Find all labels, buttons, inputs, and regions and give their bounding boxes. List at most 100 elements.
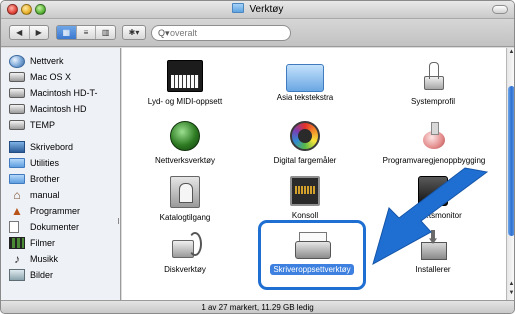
sidebar-item-macintosh-hd[interactable]: Macintosh HD [1, 101, 119, 117]
globe-icon [9, 54, 25, 68]
file-item[interactable]: Konsoll [255, 176, 355, 221]
jar-icon [421, 121, 447, 151]
file-item-label: Diskverktøy [164, 265, 206, 274]
finder-window: Verktøy ◀ ▶ ▦ ≡ ▥ ✱▾ Q▾ overalt Nettverk… [0, 0, 515, 314]
search-icon: Q▾ [158, 27, 170, 38]
window-title-area: Verktøy [1, 3, 514, 15]
sidebar-item-label: Utilities [30, 158, 60, 168]
sidebar-item-music[interactable]: ♪ Musikk [1, 251, 119, 267]
back-arrow-icon: ◀ [16, 28, 23, 37]
title-bar[interactable]: Verktøy [1, 1, 514, 19]
search-placeholder: overalt [170, 28, 198, 38]
sidebar-resize-handle[interactable] [118, 218, 121, 224]
midi-keyboard-icon [167, 60, 203, 92]
color-meter-icon [290, 121, 320, 151]
file-item-label: Installerer [415, 265, 451, 274]
sidebar-item-brother[interactable]: Brother [1, 171, 119, 187]
icon-view-button[interactable]: ▦ [57, 26, 77, 39]
drive-icon [9, 72, 25, 82]
back-button[interactable]: ◀ [10, 26, 30, 39]
file-item[interactable]: Digital fargemåler [255, 121, 355, 166]
sidebar-item-macintosh-hd-t[interactable]: Macintosh HD-T- [1, 85, 119, 101]
search-field[interactable]: Q▾ overalt [151, 25, 291, 41]
gear-icon: ✱▾ [128, 28, 140, 37]
sidebar-item-label: TEMP [30, 120, 56, 130]
drive-icon [9, 120, 25, 130]
sidebar-item-utilities[interactable]: Utilities [1, 155, 119, 171]
sidebar-item-manual[interactable]: ⌂ manual [1, 187, 119, 203]
sidebar-item-pictures[interactable]: Bilder [1, 267, 119, 283]
desktop-icon [9, 141, 25, 153]
sidebar-item-movies[interactable]: Filmer [1, 235, 119, 251]
folder-icon [286, 64, 324, 92]
icon-view-area: Lyd- og MIDI-oppsett Asia tekstekstra Sy… [122, 48, 506, 300]
sidebar-item-desktop[interactable]: Skrivebord [1, 139, 119, 155]
sidebar-item-mac-os-x[interactable]: Mac OS X [1, 69, 119, 85]
folder-icon [9, 158, 25, 168]
sidebar-item-label: Skrivebord [30, 142, 74, 152]
sidebar-item-network[interactable]: Nettverk [1, 53, 119, 69]
list-view-button[interactable]: ≡ [77, 26, 97, 39]
directory-access-icon [170, 176, 200, 208]
status-text: 1 av 27 markert, 11.29 GB ledig [201, 303, 314, 312]
file-item[interactable]: Systemprofil [383, 60, 483, 107]
scroll-up-arrow-icon[interactable]: ▲ [507, 280, 514, 289]
window-title: Verktøy [249, 4, 284, 15]
sidebar-item-label: Macintosh HD-T- [30, 88, 98, 98]
applications-icon: ▲ [11, 204, 23, 218]
file-item-label: Asia tekstekstra [276, 93, 334, 102]
view-mode-group: ▦ ≡ ▥ [56, 25, 116, 40]
file-item-label: Lyd- og MIDI-oppsett [147, 97, 223, 106]
sidebar: Nettverk Mac OS X Macintosh HD-T- Macint… [1, 48, 121, 300]
sidebar-item-label: Dokumenter [30, 222, 80, 232]
column-view-icon: ▥ [101, 28, 110, 37]
network-utility-icon [170, 121, 200, 151]
forward-arrow-icon: ▶ [35, 28, 42, 37]
document-icon [9, 221, 19, 233]
scroll-down-arrow-icon[interactable]: ▼ [507, 289, 514, 298]
vertical-scrollbar[interactable]: ▲ ▲ ▼ [506, 48, 514, 300]
file-item[interactable]: Lyd- og MIDI-oppsett [135, 60, 235, 107]
sidebar-item-applications[interactable]: ▲ Programmer [1, 203, 119, 219]
file-item-label: Katalogtilgang [159, 213, 211, 222]
console-icon [290, 176, 320, 206]
movies-icon [9, 237, 25, 249]
toolbar-toggle-button[interactable] [492, 5, 508, 14]
sidebar-item-label: Macintosh HD [30, 104, 87, 114]
music-icon: ♪ [14, 252, 20, 266]
file-item[interactable]: Nettverksverktøy [135, 121, 235, 166]
drive-icon [9, 88, 25, 98]
file-item[interactable]: Programvaregjenoppbygging [370, 121, 498, 166]
callout-highlight-box [258, 220, 366, 290]
pictures-icon [9, 269, 25, 281]
file-item[interactable]: Diskverktøy [135, 230, 235, 275]
drive-icon [9, 104, 25, 114]
toolbar: ◀ ▶ ▦ ≡ ▥ ✱▾ Q▾ overalt [1, 19, 514, 47]
status-bar: 1 av 27 markert, 11.29 GB ledig [1, 300, 514, 313]
scrollbar-thumb[interactable] [508, 86, 514, 236]
file-item-label: Programvaregjenoppbygging [382, 156, 486, 165]
sidebar-item-label: Programmer [30, 206, 81, 216]
sidebar-item-label: Brother [30, 174, 60, 184]
sidebar-item-label: Musikk [30, 254, 59, 264]
file-item-label: Digital fargemåler [273, 156, 337, 165]
sidebar-item-documents[interactable]: Dokumenter [1, 219, 119, 235]
file-item[interactable]: Katalogtilgang [135, 176, 235, 223]
back-forward-group: ◀ ▶ [9, 25, 49, 40]
file-item[interactable]: Asia tekstekstra [255, 60, 355, 103]
column-view-button[interactable]: ▥ [96, 26, 115, 39]
folder-icon [231, 3, 244, 13]
sidebar-item-temp[interactable]: TEMP [1, 117, 119, 133]
scroll-up-arrow-icon[interactable]: ▲ [507, 48, 514, 57]
forward-button[interactable]: ▶ [30, 26, 49, 39]
file-item-label: Nettverksverktøy [154, 156, 215, 165]
system-profiler-icon [422, 60, 444, 92]
action-menu-button[interactable]: ✱▾ [123, 26, 145, 39]
icon-view-icon: ▦ [62, 28, 71, 37]
file-item-label: Systemprofil [410, 97, 455, 106]
sidebar-item-label: Bilder [30, 270, 54, 280]
sidebar-item-label: Mac OS X [30, 72, 72, 82]
callout-arrow [372, 167, 489, 266]
sidebar-item-label: Filmer [30, 238, 55, 248]
action-menu-group: ✱▾ [122, 25, 146, 40]
